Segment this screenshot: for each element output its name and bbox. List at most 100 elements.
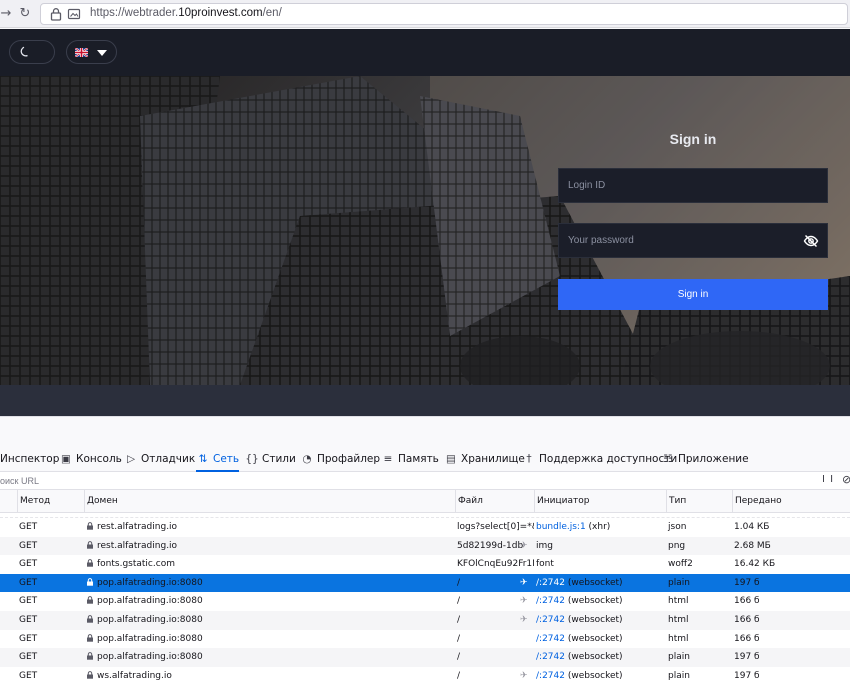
tab-accessibility[interactable]: † Поддержка доступности (522, 446, 677, 472)
signin-button[interactable]: Sign in (558, 279, 828, 310)
tab-memory[interactable]: ≡ Память (381, 446, 439, 472)
page-info-icon[interactable] (67, 7, 81, 21)
accessibility-icon: † (526, 453, 532, 465)
cell-initiator: /:2742 (websocket) (534, 630, 665, 649)
cell-initiator: bundle.js:1 (xhr) (534, 518, 665, 537)
cell-type: plain (668, 670, 690, 681)
file-text: logs?select[0]=*&or (457, 522, 534, 532)
initiator-link[interactable]: /:2742 (536, 634, 565, 644)
column-transferred[interactable]: Передано (732, 490, 850, 512)
cell-type: woff2 (668, 559, 693, 570)
initiator-text: (websocket) (564, 652, 623, 663)
cell-size: 166 б (734, 633, 760, 644)
cell-size: 197 б (734, 652, 760, 663)
site-footer-strip (0, 385, 850, 416)
initiator-text: (websocket) (564, 614, 623, 625)
column-type[interactable]: Тип (666, 490, 732, 512)
login-id-input[interactable] (559, 169, 827, 202)
address-bar[interactable]: https://webtrader.10proinvest.com/en/ (40, 3, 848, 25)
theme-toggle-button[interactable] (9, 40, 55, 64)
language-select[interactable] (66, 40, 117, 64)
cell-domain: pop.alfatrading.io:8080 (84, 648, 454, 667)
uk-flag-icon (75, 48, 88, 57)
domain-text: rest.alfatrading.io (97, 540, 178, 551)
cell-initiator: /:2742 (websocket) (534, 667, 665, 684)
clear-icon[interactable]: ⊘ (842, 473, 850, 486)
eye-off-icon[interactable] (803, 233, 819, 249)
domain-text: pop.alfatrading.io:8080 (97, 596, 203, 607)
lock-icon[interactable] (49, 7, 63, 21)
websocket-icon: ✈ (520, 577, 528, 588)
forward-icon[interactable]: → (0, 4, 16, 24)
tab-console[interactable]: ▣ Консоль (59, 446, 122, 472)
tab-style-editor[interactable]: {} Стили (245, 446, 296, 472)
column-method[interactable]: Метод (17, 490, 83, 512)
initiator-link[interactable]: /:2742 (536, 671, 565, 681)
tab-label: Хранилище (461, 453, 525, 465)
table-row[interactable]: GET pop.alfatrading.io:8080 / /:2742 (webso… (0, 648, 850, 667)
application-icon: ☷ (663, 453, 673, 465)
initiator-link[interactable]: bundle.js:1 (536, 522, 586, 532)
cell-file: / ✈ (455, 611, 534, 630)
url-filter-input[interactable] (0, 472, 780, 489)
tab-network[interactable]: ⇅ Сеть (196, 446, 240, 472)
file-text: 5d82199d-1db (457, 540, 524, 551)
cell-method: GET (19, 614, 38, 625)
cell-size: 197 б (734, 670, 760, 681)
tab-label: Отладчик (141, 453, 196, 465)
column-initiator[interactable]: Инициатор (534, 490, 665, 512)
reload-icon[interactable]: ↻ (15, 4, 35, 24)
initiator-link[interactable]: /:2742 (536, 652, 565, 662)
initiator-link[interactable]: /:2742 (536, 596, 565, 606)
tab-storage[interactable]: ▤ Хранилище (444, 446, 525, 472)
tab-profiler[interactable]: ◔ Профайлер (300, 446, 380, 472)
cell-type: plain (668, 652, 690, 663)
initiator-link[interactable]: /:2742 (536, 578, 565, 588)
password-input[interactable] (559, 224, 827, 257)
initiator-text: font (536, 559, 554, 570)
websocket-icon: ✈ (520, 540, 528, 551)
url-text[interactable]: https://webtrader.10proinvest.com/en/ (90, 7, 282, 19)
websocket-icon: ✈ (520, 670, 528, 681)
column-domain[interactable]: Домен (84, 490, 454, 512)
file-text: / (457, 596, 461, 607)
cell-file: / (455, 648, 534, 667)
table-row[interactable]: GET pop.alfatrading.io:8080 / /:2742 (webso… (0, 630, 850, 649)
domain-text: ws.alfatrading.io (97, 670, 172, 681)
table-row[interactable]: GET pop.alfatrading.io:8080/✈/:2742 (webs… (0, 573, 850, 593)
cell-file: 5d82199d-1db ✈ (455, 537, 534, 556)
tab-label: Стили (262, 453, 296, 465)
tab-label: Профайлер (317, 453, 381, 465)
cell-initiator: /:2742 (websocket) (534, 592, 665, 611)
pause-icon[interactable]: I I (822, 474, 834, 485)
initiator-link[interactable]: /:2742 (536, 615, 565, 625)
table-row[interactable]: GET rest.alfatrading.io logs?select[0]=*&o… (0, 518, 850, 537)
console-icon: ▣ (61, 453, 71, 465)
table-row[interactable]: GET pop.alfatrading.io:8080/✈/:2742 (webs… (0, 592, 850, 611)
lock-icon (87, 559, 93, 567)
table-row[interactable]: GET rest.alfatrading.io 5d82199d-1db ✈ img pn… (0, 536, 850, 556)
cell-method: GET (19, 596, 38, 607)
column-file[interactable]: Файл (455, 490, 534, 512)
table-row[interactable]: GET fonts.gstatic.com KFOlCnqEu92Fr1Mmfont… (0, 555, 850, 574)
tab-application[interactable]: ☷ Приложение (661, 446, 749, 472)
login-id-field[interactable] (558, 168, 828, 203)
cell-size: 16.42 КБ (734, 559, 776, 570)
cell-method: GET (19, 633, 38, 644)
tab-inspector[interactable]: Инспектор (0, 446, 59, 472)
cell-method: GET (19, 522, 38, 532)
domain-text: pop.alfatrading.io:8080 (97, 633, 203, 644)
cell-domain: rest.alfatrading.io (84, 518, 454, 537)
file-text: / (457, 614, 461, 625)
file-text: / (457, 577, 461, 588)
cell-domain: pop.alfatrading.io:8080 (84, 611, 454, 630)
tab-label: Приложение (678, 453, 749, 465)
cell-initiator: /:2742 (websocket) (534, 611, 665, 630)
devtools-separator (0, 416, 850, 446)
password-field[interactable] (558, 223, 828, 258)
table-row[interactable]: GET ws.alfatrading.io / ✈/:2742 (websocket)… (0, 667, 850, 684)
tab-debugger[interactable]: ▷ Отладчик (124, 446, 195, 472)
table-row[interactable]: GET pop.alfatrading.io:8080/✈/:2742 (webs… (0, 610, 850, 630)
browser-toolbar: → ↻ https://webtrader.10proinvest.com/en… (0, 0, 850, 28)
cell-file: / ✈ (455, 574, 534, 593)
